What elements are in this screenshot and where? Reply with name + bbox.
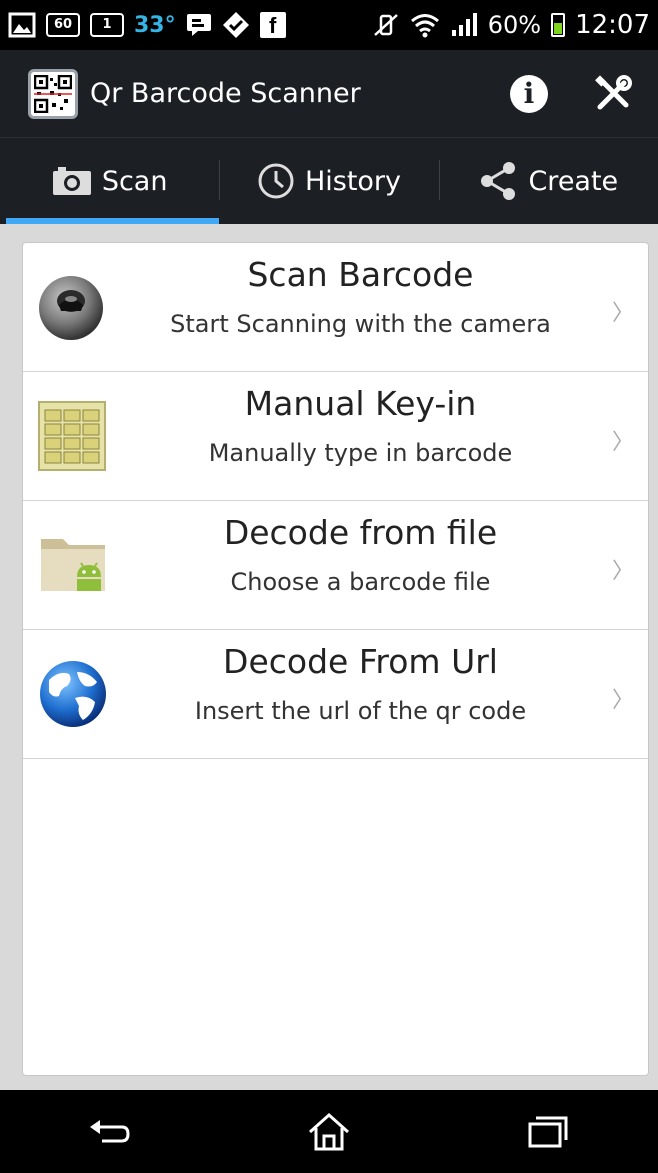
message-icon	[186, 13, 212, 37]
notification-badge: 60	[46, 13, 80, 37]
signal-icon	[450, 12, 478, 38]
item-title: Decode from file	[223, 513, 498, 552]
notification-badge: 1	[90, 13, 124, 37]
menu-list: Scan Barcode Start Scanning with the cam…	[22, 242, 649, 1076]
action-bar: Qr Barcode Scanner i	[0, 50, 658, 138]
item-subtitle: Choose a barcode file	[230, 568, 491, 596]
share-icon	[478, 161, 518, 201]
item-title: Scan Barcode	[247, 255, 474, 294]
list-item-manual-key-in[interactable]: Manual Key-in Manually type in barcode 〉	[23, 372, 648, 501]
recent-apps-icon[interactable]	[518, 1102, 578, 1162]
chevron-right-icon: 〉	[611, 301, 634, 326]
app-title: Qr Barcode Scanner	[90, 78, 361, 109]
chevron-right-icon: 〉	[611, 688, 634, 713]
item-subtitle: Manually type in barcode	[208, 439, 513, 467]
clock-icon	[257, 162, 295, 200]
navigation-bar	[0, 1090, 658, 1173]
facebook-icon: f	[259, 12, 286, 38]
item-title: Decode From Url	[223, 642, 498, 681]
chevron-right-icon: 〉	[611, 430, 634, 455]
tab-scan[interactable]: Scan	[0, 138, 220, 224]
camera-lens-icon	[37, 271, 109, 343]
tab-history[interactable]: History	[219, 138, 438, 224]
home-icon[interactable]	[299, 1102, 359, 1162]
check-shield-icon	[222, 11, 250, 39]
qr-code-icon	[28, 68, 78, 119]
battery-icon	[551, 13, 566, 37]
keypad-icon	[37, 400, 109, 472]
item-subtitle: Start Scanning with the camera	[170, 310, 551, 338]
vibrate-off-icon	[372, 12, 400, 38]
globe-icon	[37, 658, 109, 730]
tab-create[interactable]: Create	[438, 138, 658, 224]
temperature: 33°	[134, 12, 176, 38]
tab-label: Create	[528, 165, 619, 197]
tools-icon[interactable]	[594, 74, 632, 113]
item-title: Manual Key-in	[244, 384, 477, 423]
picture-notification-icon	[8, 12, 36, 38]
clock: 12:07	[575, 10, 650, 40]
tab-label: History	[304, 165, 402, 197]
battery-percent: 60%	[487, 11, 542, 39]
chevron-right-icon: 〉	[611, 559, 634, 584]
wifi-icon	[410, 12, 440, 38]
list-item-decode-from-file[interactable]: Decode from file Choose a barcode file 〉	[23, 501, 648, 630]
status-bar: 60 1 33° f 60% 12:07	[0, 0, 658, 50]
back-icon[interactable]	[80, 1102, 140, 1162]
list-item-decode-from-url[interactable]: Decode From Url Insert the url of the qr…	[23, 630, 648, 759]
item-subtitle: Insert the url of the qr code	[194, 697, 527, 725]
camera-icon	[52, 166, 92, 196]
android-folder-icon	[37, 529, 109, 601]
tab-label: Scan	[101, 165, 168, 197]
tab-bar: Scan History Create	[0, 138, 658, 224]
info-icon[interactable]: i	[510, 74, 548, 113]
list-item-scan-barcode[interactable]: Scan Barcode Start Scanning with the cam…	[23, 243, 648, 372]
